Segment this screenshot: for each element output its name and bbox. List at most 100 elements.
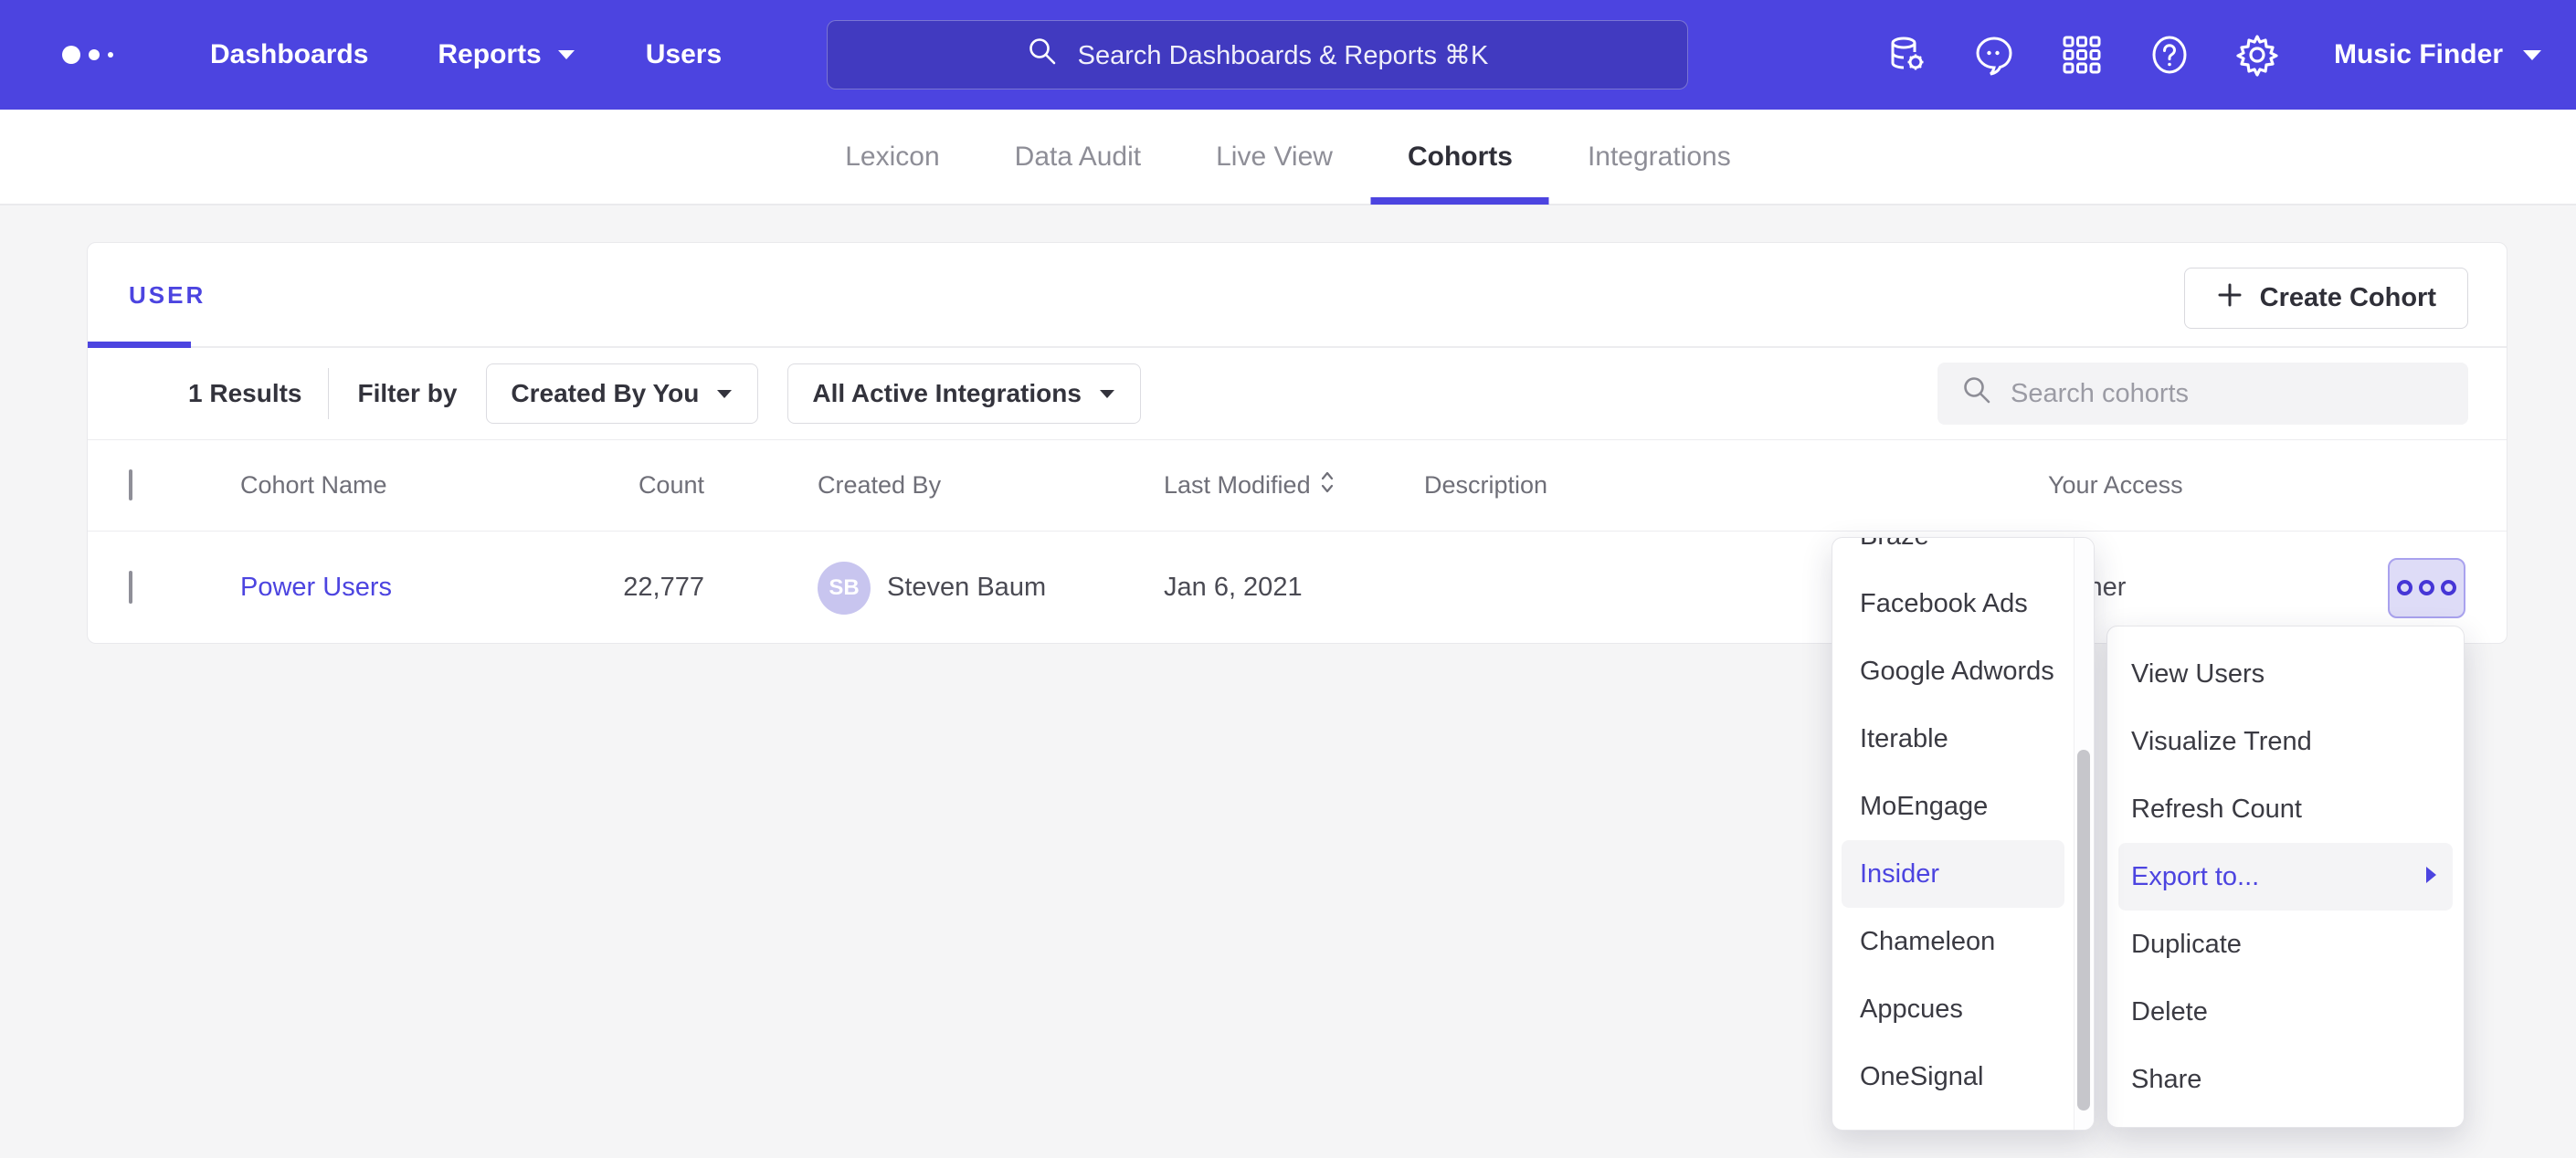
col-count: Count xyxy=(496,471,704,500)
scrollbar-thumb[interactable] xyxy=(2077,750,2090,1111)
search-icon xyxy=(1027,36,1058,74)
help-icon[interactable] xyxy=(2148,33,2191,77)
tab-integrations-label: Integrations xyxy=(1588,142,1731,173)
cohort-name-link[interactable]: Power Users xyxy=(240,573,392,602)
settings-gear-icon[interactable] xyxy=(2235,33,2279,77)
tab-cohorts-label: Cohorts xyxy=(1408,142,1513,173)
tab-data-audit[interactable]: Data Audit xyxy=(1015,109,1141,205)
tab-live-view[interactable]: Live View xyxy=(1216,109,1333,205)
tab-live-view-label: Live View xyxy=(1216,142,1333,173)
cohort-type-tabs: USER Create Cohort xyxy=(88,243,2507,348)
submenu-item-chameleon[interactable]: Chameleon xyxy=(1842,908,2064,975)
tab-user-cohorts[interactable]: USER xyxy=(129,281,206,310)
col-cohort-name: Cohort Name xyxy=(240,471,496,500)
submenu-item-braze[interactable]: Braze xyxy=(1842,538,2064,570)
row-context-menu: View Users Visualize Trend Refresh Count… xyxy=(2106,626,2465,1128)
tab-user-label: USER xyxy=(129,281,206,309)
table-header: Cohort Name Count Created By Last Modifi… xyxy=(88,439,2507,531)
submenu-item-label: Chameleon xyxy=(1860,927,1995,957)
submenu-item-appcues[interactable]: Appcues xyxy=(1842,975,2064,1043)
data-management-icon[interactable] xyxy=(1884,33,1928,77)
submenu-item-onesignal[interactable]: OneSignal xyxy=(1842,1043,2064,1111)
menu-item-export-to[interactable]: Export to... xyxy=(2118,843,2453,911)
menu-item-label: Share xyxy=(2131,1065,2201,1095)
menu-item-label: View Users xyxy=(2131,659,2265,690)
created-by-name: Steven Baum xyxy=(887,573,1046,603)
cohort-count: 22,777 xyxy=(496,573,704,603)
tab-cohorts[interactable]: Cohorts xyxy=(1408,109,1513,205)
user-tab-underline xyxy=(88,342,191,348)
search-icon xyxy=(1961,374,1992,413)
results-count: 1 Results xyxy=(188,379,302,408)
menu-item-visualize-trend[interactable]: Visualize Trend xyxy=(2118,708,2453,775)
submenu-item-label: Appcues xyxy=(1860,995,1963,1025)
create-cohort-label: Create Cohort xyxy=(2260,283,2436,313)
nav-reports-label: Reports xyxy=(438,39,541,70)
caret-down-icon xyxy=(556,48,576,61)
nav-dashboards[interactable]: Dashboards xyxy=(210,39,368,70)
submenu-item-moengage[interactable]: MoEngage xyxy=(1842,773,2064,840)
integrations-filter-label: All Active Integrations xyxy=(812,379,1082,408)
create-cohort-button[interactable]: Create Cohort xyxy=(2184,268,2468,329)
cohorts-panel: USER Create Cohort 1 Results Filter by C… xyxy=(87,242,2507,644)
cohort-search-placeholder: Search cohorts xyxy=(2011,379,2189,409)
dot-icon xyxy=(2397,580,2412,595)
menu-item-label: Delete xyxy=(2131,997,2208,1027)
submenu-item-label: Braze xyxy=(1860,538,1929,552)
tab-data-audit-label: Data Audit xyxy=(1015,142,1141,173)
global-search-input[interactable]: Search Dashboards & Reports ⌘K xyxy=(827,20,1688,89)
select-all-checkbox[interactable] xyxy=(129,469,132,500)
submenu-item-label: Facebook Ads xyxy=(1860,589,2028,619)
created-by-filter-label: Created By You xyxy=(511,379,699,408)
submenu-item-facebook-ads[interactable]: Facebook Ads xyxy=(1842,570,2064,637)
row-checkbox[interactable] xyxy=(129,571,132,604)
col-your-access: Your Access xyxy=(2048,471,2304,500)
menu-item-view-users[interactable]: View Users xyxy=(2118,640,2453,708)
last-modified-date: Jan 6, 2021 xyxy=(1164,573,1352,603)
tab-integrations[interactable]: Integrations xyxy=(1588,109,1731,205)
submenu-item-insider[interactable]: Insider xyxy=(1842,840,2064,908)
menu-item-duplicate[interactable]: Duplicate xyxy=(2118,911,2453,978)
nav-users[interactable]: Users xyxy=(646,39,722,70)
tab-lexicon[interactable]: Lexicon xyxy=(845,109,939,205)
sort-icon xyxy=(1320,470,1335,500)
top-navbar: Dashboards Reports Users Search Dashboar… xyxy=(0,0,2576,110)
menu-item-label: Export to... xyxy=(2131,862,2259,892)
nav-users-label: Users xyxy=(646,39,722,70)
brand-dots-logo[interactable] xyxy=(62,46,135,64)
cohort-search-input[interactable]: Search cohorts xyxy=(1937,363,2468,425)
submenu-item-label: Google Adwords xyxy=(1860,657,2054,687)
apps-grid-icon[interactable] xyxy=(2060,33,2104,77)
caret-down-icon xyxy=(2521,48,2543,62)
menu-item-delete[interactable]: Delete xyxy=(2118,978,2453,1046)
dot-icon xyxy=(2441,580,2456,595)
nav-dashboards-label: Dashboards xyxy=(210,39,368,70)
project-name: Music Finder xyxy=(2334,39,2503,70)
filter-by-label: Filter by xyxy=(358,379,458,408)
created-by-filter-dropdown[interactable]: Created By You xyxy=(486,363,758,424)
global-search-placeholder: Search Dashboards & Reports ⌘K xyxy=(1078,39,1489,71)
integrations-filter-dropdown[interactable]: All Active Integrations xyxy=(787,363,1141,424)
project-switcher[interactable]: Music Finder xyxy=(2334,39,2543,70)
nav-reports[interactable]: Reports xyxy=(438,39,575,70)
dot-icon xyxy=(2419,580,2434,595)
caret-down-icon xyxy=(1098,388,1116,400)
submenu-item-label: Iterable xyxy=(1860,724,1948,754)
vertical-divider xyxy=(328,368,329,419)
menu-item-refresh-count[interactable]: Refresh Count xyxy=(2118,775,2453,843)
row-more-actions-button[interactable] xyxy=(2388,558,2465,618)
export-submenu-scroll-viewport: Braze Facebook Ads Google Adwords Iterab… xyxy=(1832,538,2074,1130)
secondary-navbar: Lexicon Data Audit Live View Cohorts Int… xyxy=(0,110,2576,205)
col-last-modified[interactable]: Last Modified xyxy=(1164,470,1352,500)
submenu-item-iterable[interactable]: Iterable xyxy=(1842,705,2064,773)
submenu-arrow-icon xyxy=(2423,862,2438,892)
menu-item-label: Duplicate xyxy=(2131,930,2242,960)
col-created-by: Created By xyxy=(818,471,1092,500)
menu-item-share[interactable]: Share xyxy=(2118,1046,2453,1113)
export-destinations-submenu: Braze Facebook Ads Google Adwords Iterab… xyxy=(1832,537,2095,1131)
menu-item-label: Refresh Count xyxy=(2131,795,2302,825)
feedback-bubble-icon[interactable] xyxy=(1972,33,2016,77)
submenu-item-google-adwords[interactable]: Google Adwords xyxy=(1842,637,2064,705)
menu-item-label: Visualize Trend xyxy=(2131,727,2312,757)
plus-icon xyxy=(2216,281,2243,316)
